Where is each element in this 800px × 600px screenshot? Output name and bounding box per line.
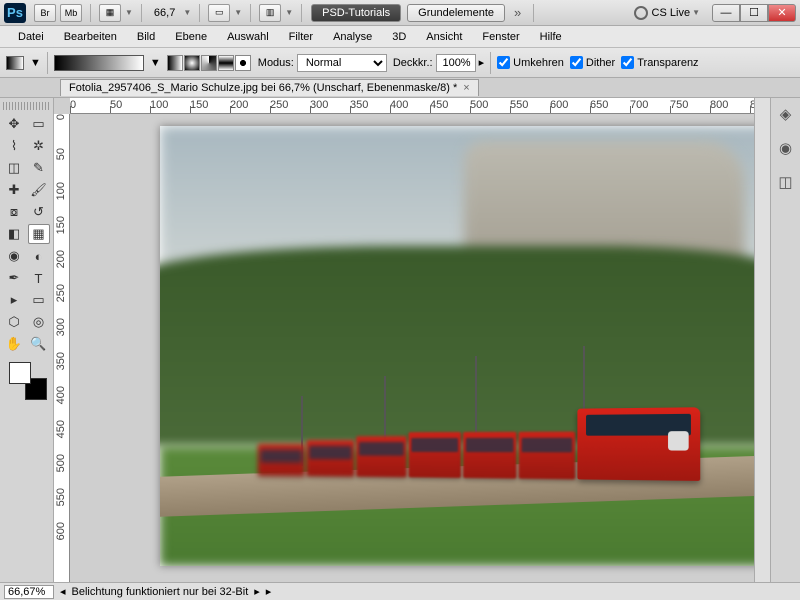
history-brush-tool[interactable]: ↺ (28, 202, 50, 222)
menu-datei[interactable]: Datei (8, 28, 54, 46)
status-bar: ◂ Belichtung funktioniert nur bei 32-Bit… (0, 582, 800, 600)
cslive-button[interactable]: CS Live ▼ (634, 6, 702, 20)
menu-analyse[interactable]: Analyse (323, 28, 382, 46)
color-swatches[interactable] (9, 362, 47, 400)
document-tab-title: Fotolia_2957406_S_Mario Schulze.jpg bei … (69, 82, 457, 94)
menu-3d[interactable]: 3D (382, 28, 416, 46)
path-select-tool[interactable]: ▸ (3, 290, 25, 310)
gradient-type-group (167, 55, 252, 71)
chevron-down-icon: ▼ (285, 8, 293, 17)
pen-tool[interactable]: ✒ (3, 268, 25, 288)
vertical-scrollbar[interactable] (754, 98, 770, 582)
dither-checkbox[interactable]: Dither (570, 56, 615, 69)
titlebar: Ps Br Mb ▦▼ 66,7▼ ▭▼ ▥▼ PSD-Tutorials Gr… (0, 0, 800, 26)
work-area: 0501001502002503003504004505005506006507… (54, 98, 754, 582)
healing-tool[interactable]: ✚ (3, 180, 25, 200)
menu-ebene[interactable]: Ebene (165, 28, 217, 46)
cslive-label: CS Live (652, 7, 691, 19)
status-nav-left[interactable]: ◂ (60, 585, 66, 598)
shape-tool[interactable]: ▭ (28, 290, 50, 310)
foreground-swatch[interactable] (9, 362, 31, 384)
zoom-tool[interactable]: 🔍 (28, 334, 50, 354)
umkehren-checkbox[interactable]: Umkehren (497, 56, 564, 69)
zoom-level[interactable]: 66,7 (148, 7, 181, 19)
transparenz-checkbox[interactable]: Transparenz (621, 56, 698, 69)
bridge-button[interactable]: Br (34, 4, 56, 22)
document-tabs: Fotolia_2957406_S_Mario Schulze.jpg bei … (0, 78, 800, 98)
workspace-more-icon[interactable]: » (508, 5, 527, 20)
modus-label: Modus: Normal (258, 54, 387, 72)
menu-bearbeiten[interactable]: Bearbeiten (54, 28, 127, 46)
marquee-tool[interactable]: ▭ (28, 114, 50, 134)
tab-close-icon[interactable]: × (463, 82, 469, 94)
screen-mode-button[interactable]: ▭ (208, 4, 230, 22)
chevron-down-icon: ▼ (183, 8, 191, 17)
eraser-tool[interactable]: ◧ (3, 224, 25, 244)
paths-panel-icon[interactable]: ◫ (776, 172, 796, 192)
crop-tool[interactable]: ◫ (3, 158, 25, 178)
menu-bild[interactable]: Bild (127, 28, 165, 46)
gradient-tool-icon[interactable] (6, 56, 24, 70)
ps-logo: Ps (4, 3, 26, 23)
opacity-input[interactable] (436, 54, 476, 72)
menu-hilfe[interactable]: Hilfe (530, 28, 572, 46)
maximize-button[interactable]: ☐ (740, 4, 768, 22)
vertical-ruler[interactable]: 050100150200250300350400450500550600 (54, 114, 70, 582)
status-message: Belichtung funktioniert nur bei 32-Bit (72, 586, 249, 598)
brush-tool[interactable]: 🖌 (28, 180, 50, 200)
type-tool[interactable]: T (28, 268, 50, 288)
workspace-grundelemente[interactable]: Grundelemente (407, 4, 505, 22)
chevron-down-icon: ▼ (234, 8, 242, 17)
gradient-reflected[interactable] (218, 55, 234, 71)
3d-tool[interactable]: ⬡ (3, 312, 25, 332)
move-tool[interactable]: ✥ (3, 114, 25, 134)
document-tab[interactable]: Fotolia_2957406_S_Mario Schulze.jpg bei … (60, 79, 479, 96)
zoom-field[interactable] (4, 585, 54, 599)
menubar: Datei Bearbeiten Bild Ebene Auswahl Filt… (0, 26, 800, 48)
canvas-area[interactable] (70, 114, 754, 582)
close-button[interactable]: ✕ (768, 4, 796, 22)
channels-panel-icon[interactable]: ◉ (776, 138, 796, 158)
gradient-linear[interactable] (167, 55, 183, 71)
minibridge-button[interactable]: Mb (60, 4, 82, 22)
gradient-tool[interactable]: ▦ (28, 224, 50, 244)
3d-camera-tool[interactable]: ◎ (28, 312, 50, 332)
chevron-down-icon: ▼ (692, 8, 700, 17)
tool-panel: ✥ ▭ ⌇ ✲ ◫ ✎ ✚ 🖌 ⧇ ↺ ◧ ▦ ◉ ◐ ✒ T ▸ ▭ ⬡ ◎ … (0, 98, 54, 582)
quickselect-tool[interactable]: ✲ (28, 136, 50, 156)
status-nav-right[interactable]: ▸ (254, 585, 260, 598)
image-train (258, 405, 700, 481)
minimize-button[interactable]: — (712, 4, 740, 22)
menu-filter[interactable]: Filter (279, 28, 323, 46)
layers-panel-icon[interactable]: ◈ (776, 104, 796, 124)
cslive-icon (634, 6, 648, 20)
status-dropdown[interactable]: ▸ (266, 585, 272, 598)
gradient-angle[interactable] (201, 55, 217, 71)
panel-grip[interactable] (3, 102, 50, 110)
extras-button[interactable]: ▥ (259, 4, 281, 22)
deckkr-label: Deckkr.: ▸ (393, 54, 484, 72)
modus-select[interactable]: Normal (297, 54, 387, 72)
workspace-psdtutorials[interactable]: PSD-Tutorials (311, 4, 401, 22)
lasso-tool[interactable]: ⌇ (3, 136, 25, 156)
menu-auswahl[interactable]: Auswahl (217, 28, 279, 46)
hand-tool[interactable]: ✋ (3, 334, 25, 354)
document-canvas[interactable] (160, 126, 754, 566)
horizontal-ruler[interactable]: 0501001502002503003504004505005506006507… (70, 98, 754, 114)
right-panels: ◈ ◉ ◫ (770, 98, 800, 582)
arrange-docs-button[interactable]: ▦ (99, 4, 121, 22)
gradient-picker[interactable] (54, 55, 144, 71)
dodge-tool[interactable]: ◐ (28, 246, 50, 266)
gradient-diamond[interactable] (235, 55, 251, 71)
blur-tool[interactable]: ◉ (3, 246, 25, 266)
chevron-down-icon: ▼ (125, 8, 133, 17)
eyedropper-tool[interactable]: ✎ (28, 158, 50, 178)
menu-fenster[interactable]: Fenster (472, 28, 529, 46)
gradient-radial[interactable] (184, 55, 200, 71)
options-bar: ▼ ▼ Modus: Normal Deckkr.: ▸ Umkehren Di… (0, 48, 800, 78)
window-controls: — ☐ ✕ (712, 4, 796, 22)
menu-ansicht[interactable]: Ansicht (416, 28, 472, 46)
stamp-tool[interactable]: ⧇ (3, 202, 25, 222)
